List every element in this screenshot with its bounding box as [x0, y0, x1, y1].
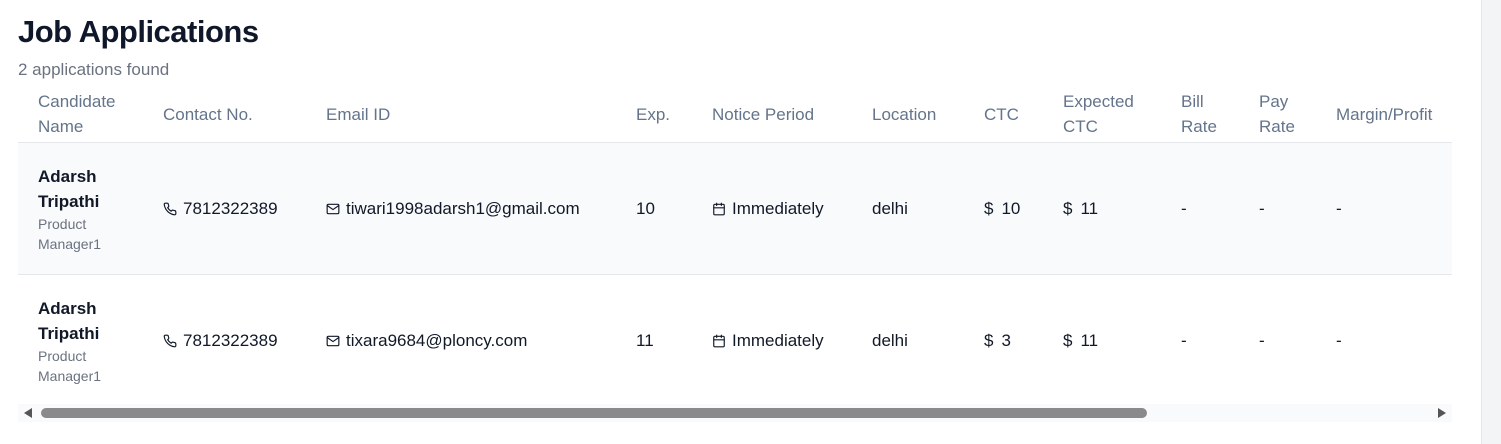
- contact-number: 7812322389: [183, 198, 278, 218]
- candidate-role: Manager1: [38, 235, 102, 252]
- email-cell[interactable]: tixara9684@ploncy.com: [306, 331, 616, 351]
- mail-icon: [326, 202, 340, 216]
- notice-period: Immediately: [732, 198, 824, 218]
- calendar-icon: [712, 202, 726, 216]
- candidate-role: Product: [38, 347, 87, 364]
- pay-rate-cell: -: [1259, 198, 1265, 218]
- table-row[interactable]: Adarsh Tripathi Product Manager1 7812322…: [18, 274, 1452, 406]
- header-email[interactable]: Email ID: [306, 102, 616, 127]
- header-ctc[interactable]: CTC: [964, 102, 1043, 127]
- table-header: Candidate Name Contact No. Email ID Exp.…: [18, 86, 1452, 142]
- notice-cell: Immediately: [692, 331, 852, 351]
- header-contact[interactable]: Contact No.: [143, 102, 306, 127]
- exp-cell: 11: [636, 330, 654, 350]
- ctc-cell: $ 3: [964, 331, 1043, 351]
- expected-ctc-value: 11: [1080, 330, 1099, 350]
- candidate-role: Manager1: [38, 367, 102, 384]
- notice-period: Immediately: [732, 330, 824, 350]
- candidate-name-last[interactable]: Tripathi: [38, 189, 99, 214]
- header-label: Pay: [1259, 92, 1289, 111]
- ctc-cell: $ 10: [964, 199, 1043, 219]
- header-label: Expected: [1063, 92, 1134, 111]
- header-label: Bill: [1181, 92, 1204, 111]
- mail-icon: [326, 334, 340, 348]
- notice-cell: Immediately: [692, 199, 852, 219]
- phone-icon: [163, 334, 177, 348]
- header-margin[interactable]: Margin/Profit: [1316, 102, 1452, 127]
- contact-cell[interactable]: 7812322389: [143, 199, 306, 219]
- header-pay-rate[interactable]: Pay Rate: [1239, 89, 1316, 139]
- email-address: tixara9684@ploncy.com: [346, 330, 528, 350]
- email-cell[interactable]: tiwari1998adarsh1@gmail.com: [306, 199, 616, 219]
- expected-ctc-value: 11: [1080, 198, 1099, 218]
- pay-rate-cell: -: [1259, 330, 1265, 350]
- page-title: Job Applications: [18, 14, 259, 49]
- currency-symbol: $: [1063, 330, 1073, 350]
- candidate-name-first[interactable]: Adarsh: [38, 164, 97, 189]
- page-scroll-gutter[interactable]: [1481, 0, 1501, 444]
- header-location[interactable]: Location: [852, 102, 964, 127]
- header-label: Rate: [1181, 117, 1217, 136]
- candidate-cell: Adarsh Tripathi Product Manager1: [18, 296, 143, 386]
- currency-symbol: $: [1063, 198, 1073, 218]
- header-label: CTC: [1063, 117, 1098, 136]
- candidate-cell: Adarsh Tripathi Product Manager1: [18, 164, 143, 254]
- margin-cell: -: [1336, 198, 1342, 218]
- header-candidate-name[interactable]: Candidate Name: [18, 89, 143, 139]
- results-count: 2 applications found: [18, 60, 170, 79]
- calendar-icon: [712, 334, 726, 348]
- header-expected-ctc[interactable]: Expected CTC: [1043, 89, 1161, 139]
- candidate-name-first[interactable]: Adarsh: [38, 296, 97, 321]
- currency-symbol: $: [984, 198, 994, 218]
- location-cell: delhi: [872, 330, 908, 350]
- location-cell: delhi: [872, 198, 908, 218]
- header-label: Rate: [1259, 117, 1295, 136]
- table-row[interactable]: Adarsh Tripathi Product Manager1 7812322…: [18, 142, 1452, 274]
- header-notice-period[interactable]: Notice Period: [692, 102, 852, 127]
- scrollbar-thumb[interactable]: [41, 408, 1147, 418]
- expected-ctc-cell: $ 11: [1043, 331, 1161, 351]
- ctc-value: 3: [1001, 330, 1011, 350]
- scroll-left-arrow-icon[interactable]: [24, 408, 32, 418]
- candidate-name-last[interactable]: Tripathi: [38, 321, 99, 346]
- email-address: tiwari1998adarsh1@gmail.com: [346, 198, 580, 218]
- exp-cell: 10: [636, 198, 655, 218]
- header-label: Candidate: [38, 92, 116, 111]
- header-bill-rate[interactable]: Bill Rate: [1161, 89, 1239, 139]
- ctc-value: 10: [1001, 198, 1021, 218]
- phone-icon: [163, 202, 177, 216]
- scroll-right-arrow-icon[interactable]: [1438, 408, 1446, 418]
- applications-table: Candidate Name Contact No. Email ID Exp.…: [18, 86, 1452, 406]
- contact-cell[interactable]: 7812322389: [143, 331, 306, 351]
- header-exp[interactable]: Exp.: [616, 102, 692, 127]
- currency-symbol: $: [984, 330, 994, 350]
- margin-cell: -: [1336, 330, 1342, 350]
- bill-rate-cell: -: [1181, 330, 1187, 350]
- contact-number: 7812322389: [183, 330, 278, 350]
- horizontal-scrollbar[interactable]: [18, 404, 1452, 422]
- bill-rate-cell: -: [1181, 198, 1187, 218]
- expected-ctc-cell: $ 11: [1043, 199, 1161, 219]
- candidate-role: Product: [38, 215, 87, 232]
- header-label: Name: [38, 117, 84, 136]
